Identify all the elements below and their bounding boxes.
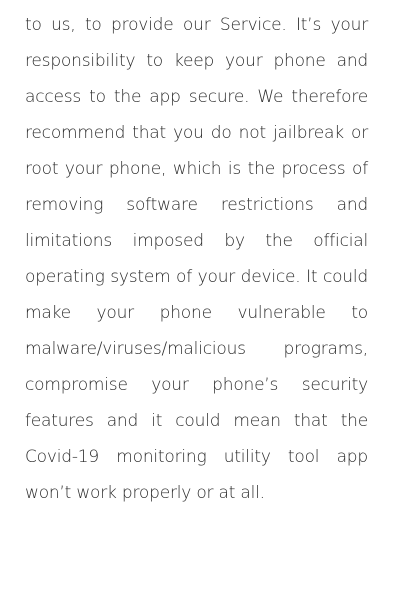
- policy-section: to us, to provide our Service. It’s your…: [25, 7, 368, 511]
- policy-paragraph: to us, to provide our Service. It’s your…: [25, 15, 368, 503]
